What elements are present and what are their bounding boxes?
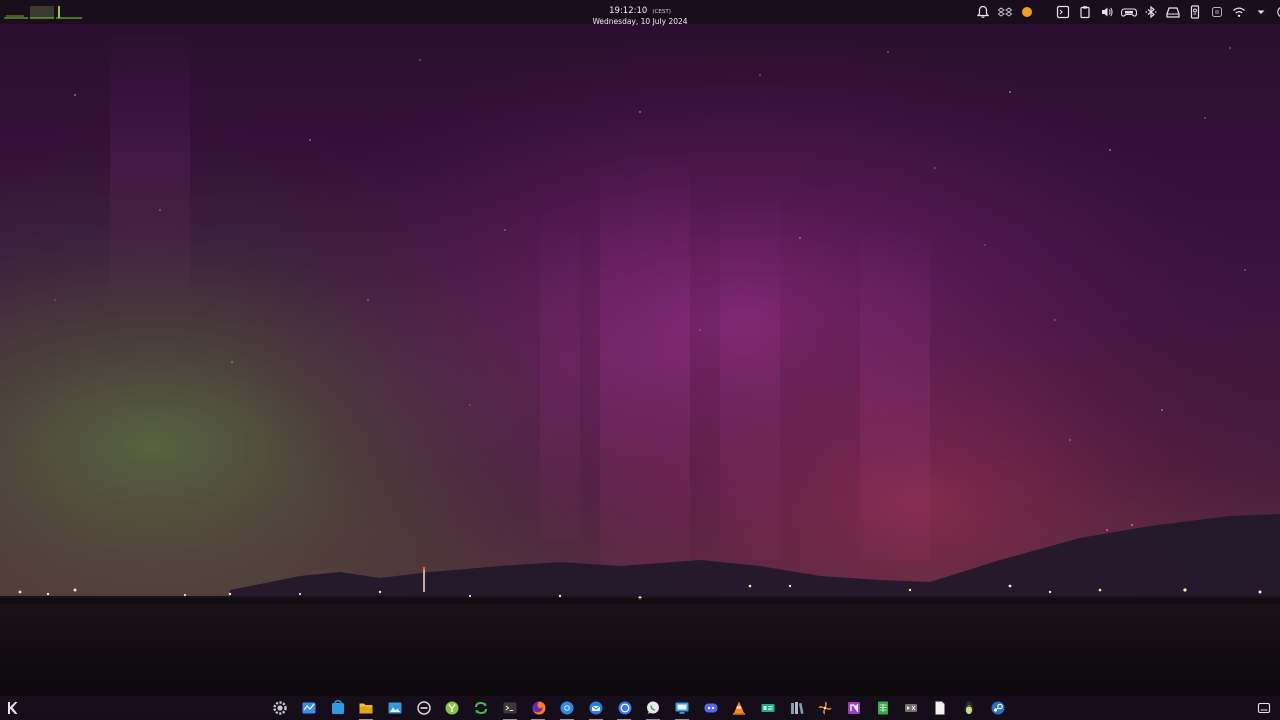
library-books-icon [790,702,804,714]
thunderbird-mail-icon [589,701,603,715]
clock-time: 19:12:10 [609,6,648,16]
dock-item-yakuake-app[interactable] [438,698,467,718]
spreadsheet-app-icon [877,701,888,715]
top-panel: 19:12:10 (CEST) Wednesday, 10 July 2024 [0,0,1280,27]
volume-icon[interactable] [1099,4,1115,20]
system-monitor-graph-icon [4,6,82,19]
dock-item-pinwheel-app[interactable] [811,698,840,718]
notifications-bell-icon[interactable] [975,4,991,20]
phone-connect-icon[interactable] [1187,4,1203,20]
yakuake-app-icon [445,701,459,715]
clipboard-icon[interactable] [1077,4,1093,20]
discover-store-icon [331,700,344,714]
dock-item-minus-circle-app[interactable] [409,698,438,718]
terminal-dropdown-icon[interactable] [1055,4,1071,20]
network-card-app-icon [761,704,775,712]
dock-item-file-manager-folder[interactable] [352,698,381,720]
digital-clock[interactable]: 19:12:10 (CEST) Wednesday, 10 July 2024 [540,3,740,27]
dock-item-whatsapp[interactable] [639,698,668,720]
system-settings-icon [273,701,288,715]
dock-item-chromium-browser[interactable] [553,698,582,720]
dock-item-image-viewer[interactable] [381,698,410,718]
dock-item-penguin-app[interactable] [955,698,984,718]
gamepad-battery-icon[interactable] [1121,4,1137,20]
dock-item-video-editor-app[interactable] [897,698,926,718]
show-desktop-button[interactable] [1256,700,1272,716]
dock-item-discover-store[interactable] [323,698,352,718]
dock-item-sync-app[interactable] [467,698,496,718]
dock-item-remote-desktop[interactable] [668,698,697,720]
video-editor-app-icon [905,704,918,712]
dock-item-signal-messenger[interactable] [610,698,639,720]
tray-right [1055,4,1280,20]
remote-desktop-icon [675,702,689,714]
status-orange-dot-icon[interactable] [1019,4,1035,20]
dock-item-terminal-app[interactable] [496,698,525,720]
vlc-player-icon [733,701,746,715]
show-desktop-icon [1257,702,1271,714]
disks-devices-icon[interactable] [1165,4,1181,20]
discord-icon [704,703,718,713]
aurora-night-sky-wallpaper [0,0,1280,720]
dock-item-text-document[interactable] [926,698,955,718]
desktop: 19:12:10 (CEST) Wednesday, 10 July 2024 [0,0,1280,720]
task-manager [266,698,1012,720]
dock-item-network-card-app[interactable] [754,698,783,718]
file-manager-folder-icon [359,703,373,714]
dock-item-system-monitor-app[interactable] [295,698,324,718]
dock-item-firefox[interactable] [524,698,553,720]
clock-timezone: (CEST) [652,9,671,15]
tray-left [975,4,1035,20]
wifi-icon[interactable] [1231,4,1247,20]
penguin-app-icon [964,701,974,715]
sync-app-icon [475,701,488,715]
clock-date: Wednesday, 10 July 2024 [592,17,688,26]
signal-messenger-icon [618,701,632,715]
dock-item-spreadsheet-app[interactable] [868,698,897,718]
minus-circle-app-icon [417,701,431,715]
power-session-icon[interactable] [1275,4,1280,20]
dock-item-system-settings[interactable] [266,698,295,718]
system-monitor-app-icon [302,702,316,714]
pinwheel-app-icon [818,701,832,715]
dock-item-vlc-player[interactable] [725,698,754,718]
steam-icon [991,701,1005,715]
text-document-icon [935,701,945,715]
dock-item-library-books[interactable] [782,698,811,718]
kde-launcher-icon [8,702,18,714]
bluetooth-icon[interactable] [1143,4,1159,20]
dock-item-discord[interactable] [696,698,725,718]
wallpaper-aurora [0,0,1280,720]
display-config-icon[interactable] [1209,4,1225,20]
application-launcher[interactable] [4,699,22,717]
dropbox-icon[interactable] [997,4,1013,20]
image-viewer-icon [388,702,402,714]
tray-expand-chevron-icon[interactable] [1253,4,1269,20]
terminal-app-icon [503,702,517,714]
dock-item-thunderbird-mail[interactable] [582,698,611,720]
dock-item-onenote[interactable] [840,698,869,718]
system-monitor-widget[interactable] [4,3,82,21]
onenote-icon [848,702,861,714]
whatsapp-icon [647,701,660,714]
firefox-icon [532,701,546,715]
bottom-panel [0,696,1280,720]
dock-item-steam[interactable] [983,698,1012,718]
chromium-browser-icon [560,701,574,715]
